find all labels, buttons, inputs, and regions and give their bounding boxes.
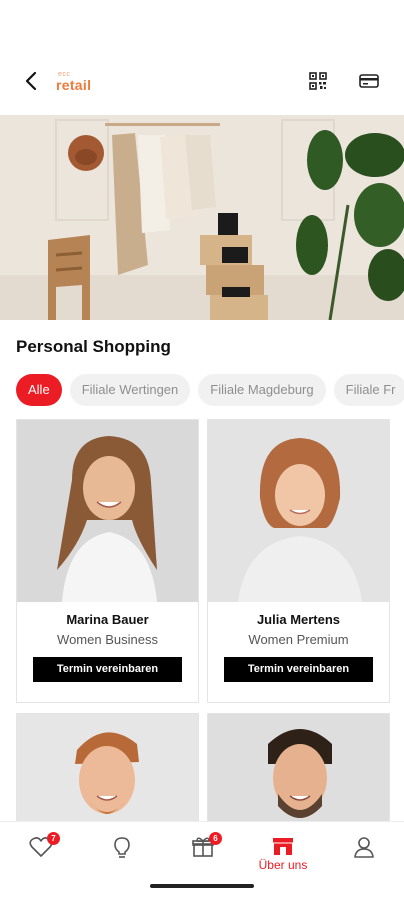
- consultant-name: Marina Bauer: [66, 612, 149, 627]
- consultant-card[interactable]: Julia Mertens Women Premium Termin verei…: [207, 419, 390, 703]
- tab-profile[interactable]: [334, 836, 394, 876]
- store-icon: [273, 838, 293, 855]
- consultant-card[interactable]: [207, 713, 390, 821]
- bottom-tab-bar: 7 6 Über uns: [0, 821, 404, 900]
- tab-inspiration[interactable]: [92, 836, 152, 876]
- filter-chip-wertingen[interactable]: Filiale Wertingen: [69, 374, 191, 406]
- hero-banner-image: [0, 115, 404, 320]
- qr-code-button[interactable]: [307, 70, 329, 92]
- consultant-card[interactable]: [16, 713, 199, 821]
- gifts-badge: 6: [209, 832, 222, 845]
- consultant-photo: [208, 420, 389, 602]
- filter-chip-magdeburg[interactable]: Filiale Magdeburg: [198, 374, 326, 406]
- chevron-left-icon: [25, 71, 37, 91]
- consultant-name: Julia Mertens: [256, 612, 341, 627]
- consultant-photo: [17, 420, 198, 602]
- brand-logo: ecc retail: [56, 71, 91, 92]
- book-appointment-button[interactable]: Termin vereinbaren: [224, 657, 373, 682]
- logo-main-text: retail: [56, 77, 92, 93]
- card-button[interactable]: [358, 70, 380, 92]
- consultant-card[interactable]: Marina Bauer Women Business Termin verei…: [16, 419, 199, 703]
- consultant-role: Women Premium: [248, 632, 349, 647]
- wishlist-badge: 7: [47, 832, 60, 845]
- consultant-grid: Marina Bauer Women Business Termin verei…: [16, 419, 390, 821]
- tab-gifts[interactable]: 6: [173, 832, 233, 876]
- consultant-photo: [17, 714, 198, 821]
- home-indicator: [150, 884, 254, 888]
- tab-wishlist[interactable]: 7: [11, 832, 71, 876]
- tab-about-us[interactable]: Über uns: [253, 836, 313, 876]
- back-button[interactable]: [18, 68, 44, 94]
- qr-code-icon: [309, 72, 327, 90]
- consultant-role: Women Business: [57, 632, 158, 647]
- lightbulb-icon: [114, 837, 130, 858]
- section-title: Personal Shopping: [16, 337, 171, 356]
- filter-chip-alle[interactable]: Alle: [16, 374, 62, 406]
- tab-about-us-label: Über uns: [258, 858, 308, 872]
- card-icon: [359, 74, 379, 88]
- app-header: ecc retail: [0, 58, 404, 106]
- filter-chips: Alle Filiale Wertingen Filiale Magdeburg Fi…: [16, 374, 404, 410]
- book-appointment-button[interactable]: Termin vereinbaren: [33, 657, 182, 682]
- consultant-photo: [208, 714, 389, 821]
- user-icon: [354, 837, 374, 858]
- filter-chip-partial[interactable]: Filiale Fr: [333, 374, 404, 406]
